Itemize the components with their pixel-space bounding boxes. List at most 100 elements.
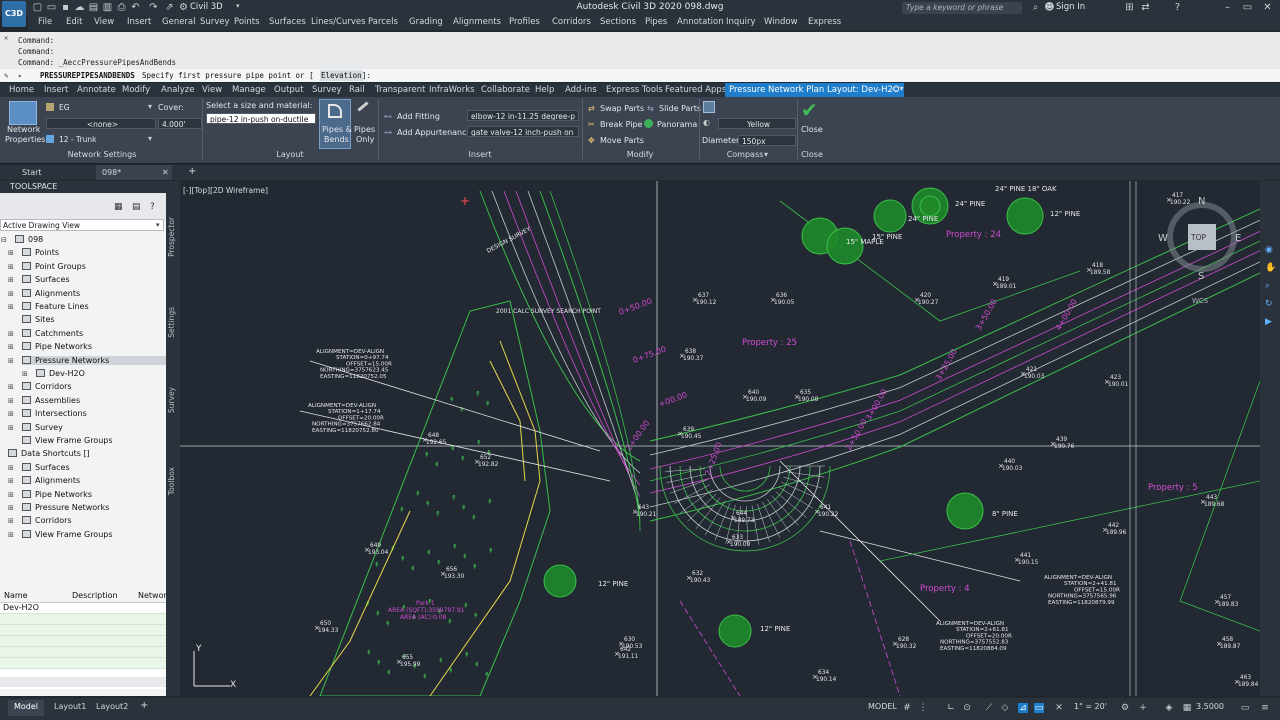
shortcut-item-pipe-networks[interactable]: Pipe Networks <box>22 489 92 499</box>
panel-title-network-settings[interactable]: Network Settings <box>60 150 144 159</box>
annotation-scale-value[interactable]: 3.5000 <box>1196 702 1224 711</box>
toolspace-view-dropdown-arrow-icon[interactable]: ▾ <box>156 221 160 229</box>
menu-parcels[interactable]: Parcels <box>368 17 398 27</box>
tab-help[interactable]: Help <box>535 85 554 95</box>
tree-item-intersections[interactable]: Intersections <box>22 409 87 418</box>
toolspace-view-icon[interactable]: ▦ <box>114 202 123 212</box>
print-icon[interactable]: ⎙ <box>116 2 127 13</box>
orbit-icon[interactable]: ↻ <box>1265 299 1273 309</box>
panel-title-compass[interactable]: Compass <box>720 150 770 159</box>
viewport-controls-label[interactable]: [-][Top][2D Wireframe] <box>183 186 268 195</box>
shortcut-item-view-frame-groups[interactable]: View Frame Groups <box>22 529 113 539</box>
panel-title-modify[interactable]: Modify <box>620 150 660 159</box>
tree-expander-icon[interactable]: ⊞ <box>8 383 14 391</box>
exchange-icon[interactable]: ⇄ <box>1140 2 1151 13</box>
size-material-dropdown[interactable]: pipe-12 in-push on-ductile <box>206 113 316 124</box>
model-space-toggle[interactable]: MODEL <box>868 702 897 711</box>
annotation-visibility-icon[interactable]: ✕ <box>1054 703 1064 713</box>
tree-item-surfaces[interactable]: Surfaces <box>22 275 70 284</box>
tree-expander-icon[interactable]: ⊞ <box>8 343 14 351</box>
minimize-icon[interactable]: – <box>1222 2 1233 13</box>
tab-featured-apps[interactable]: Featured Apps <box>665 85 726 95</box>
menu-file[interactable]: File <box>38 17 52 27</box>
tree-expander-icon[interactable]: ⊞ <box>8 491 14 499</box>
hardware-acceleration-icon[interactable]: ▭ <box>1240 703 1250 713</box>
tree-item-pressure-networks[interactable]: Pressure Networks <box>22 355 166 365</box>
close-window-icon[interactable]: ✕ <box>1262 2 1273 13</box>
tree-expander-icon[interactable]: ⊞ <box>8 397 14 405</box>
annotation-scale[interactable]: 1" = 20' <box>1074 702 1107 711</box>
tree-expander-icon[interactable]: ⊞ <box>8 249 14 257</box>
panel-title-close[interactable]: Close <box>800 150 824 159</box>
tree-item-feature-lines[interactable]: Feature Lines <box>22 302 89 311</box>
horizontal-scrollbar[interactable] <box>0 677 166 687</box>
tab-analyze[interactable]: Analyze <box>161 85 195 95</box>
compass-color-dropdown[interactable]: Yellow <box>718 118 796 129</box>
network-properties-icon[interactable] <box>9 101 37 125</box>
menu-surfaces[interactable]: Surfaces <box>269 17 306 27</box>
surface-dropdown-arrow-icon[interactable]: ▾ <box>148 102 152 111</box>
user-icon[interactable]: ☻ <box>1044 2 1055 13</box>
menu-pipes[interactable]: Pipes <box>645 17 667 27</box>
new-file-icon[interactable]: ▢ <box>32 2 43 13</box>
layout-tab-model[interactable]: Model <box>8 700 44 716</box>
tree-expander-icon[interactable]: ⊞ <box>8 263 14 271</box>
close-checkmark-icon[interactable]: ✔ <box>801 99 818 121</box>
workspace-dropdown-icon[interactable]: ▾ <box>236 2 240 10</box>
osnap-icon[interactable]: ◇ <box>1000 703 1010 713</box>
tree-item-corridors[interactable]: Corridors <box>22 382 72 391</box>
break-pipe-button[interactable]: Break Pipe <box>600 120 642 129</box>
tab-insert[interactable]: Insert <box>44 85 68 95</box>
column-header-description[interactable]: Description <box>72 591 118 600</box>
menu-insert[interactable]: Insert <box>127 17 151 27</box>
tab-home[interactable]: Home <box>9 85 34 95</box>
side-tab-prospector[interactable]: Prospector <box>167 217 176 257</box>
add-appurtenance-button[interactable]: Add Appurtenance <box>397 128 471 137</box>
menu-corridors[interactable]: Corridors <box>552 17 591 27</box>
tree-item-dev-h2o[interactable]: Dev-H2O <box>36 369 85 378</box>
sign-in-link[interactable]: Sign In <box>1056 2 1085 12</box>
nav-wheel-icon[interactable]: ◉ <box>1265 245 1273 255</box>
restore-icon[interactable]: ▭ <box>1242 2 1253 13</box>
object-snap-tracking-icon[interactable]: ⊿ <box>1018 703 1028 713</box>
surface-dropdown[interactable]: EG <box>56 102 156 113</box>
add-appurtenance-icon[interactable]: ⊶ <box>384 128 392 137</box>
file-tab-start[interactable]: Start <box>22 168 42 177</box>
polar-icon[interactable]: ⊙ <box>962 703 972 713</box>
table-row[interactable]: Dev-H2O <box>0 603 166 614</box>
tab-manage[interactable]: Manage <box>232 85 266 95</box>
tree-root-drawing[interactable]: 098 <box>15 235 43 244</box>
workspace-gear-icon[interactable]: ⚙ <box>178 2 189 13</box>
customize-status-icon[interactable]: ≡ <box>1260 703 1270 713</box>
tab-view[interactable]: View <box>202 85 222 95</box>
swap-parts-button[interactable]: Swap Parts <box>600 104 644 113</box>
swap-parts-icon[interactable]: ⇄ <box>588 104 595 113</box>
file-tab-active[interactable]: 098* ✕ <box>96 165 172 180</box>
break-pipe-icon[interactable]: ✂ <box>588 120 595 129</box>
tree-item-alignments[interactable]: Alignments <box>22 288 80 298</box>
new-layout-icon[interactable]: + <box>140 700 148 711</box>
save-as-icon[interactable]: ▤ <box>88 2 99 13</box>
menu-window[interactable]: Window <box>764 17 798 27</box>
tree-item-sites[interactable]: Sites <box>22 315 55 324</box>
side-tab-toolbox[interactable]: Toolbox <box>167 467 176 495</box>
menu-grading[interactable]: Grading <box>409 17 443 27</box>
compass-toggle-icon[interactable] <box>703 101 715 113</box>
tree-item-points[interactable]: Points <box>22 248 59 257</box>
menu-sections[interactable]: Sections <box>600 17 636 27</box>
command-close-icon[interactable]: ✕ <box>4 34 8 42</box>
tree-expander-icon[interactable]: ⊞ <box>8 303 14 311</box>
toolspace-help-icon[interactable]: ? <box>150 202 155 212</box>
add-fitting-icon[interactable]: ⊷ <box>384 112 392 121</box>
tree-expander-icon[interactable]: ⊞ <box>8 330 14 338</box>
help-icon[interactable]: ? <box>1172 2 1183 13</box>
tree-item-survey[interactable]: Survey <box>22 422 63 432</box>
menu-express[interactable]: Express <box>808 17 841 27</box>
pipes-only-icon[interactable] <box>357 101 369 112</box>
move-parts-button[interactable]: Move Parts <box>600 136 644 145</box>
cover-input[interactable]: 4.000' <box>158 118 202 129</box>
ribbon-minimize-icon[interactable]: ▭▾ <box>892 84 910 95</box>
tree-expander-icon[interactable]: ⊞ <box>8 424 14 432</box>
shortcut-item-corridors[interactable]: Corridors <box>22 516 72 525</box>
search-icon[interactable]: ⌕ <box>1030 2 1041 13</box>
